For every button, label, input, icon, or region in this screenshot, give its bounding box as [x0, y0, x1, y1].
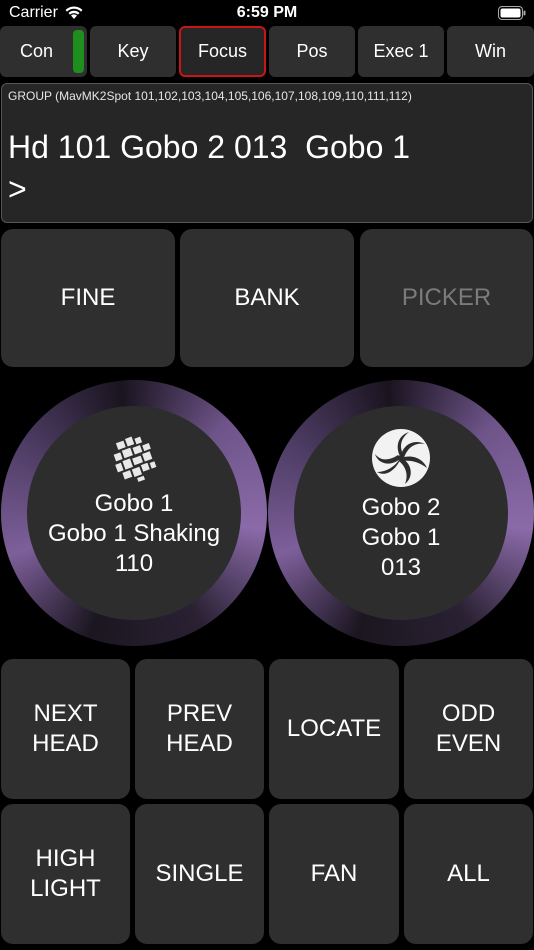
command-line-display[interactable]: GROUP (MavMK2Spot 101,102,103,104,105,10…	[1, 83, 533, 223]
encoder-face: Gobo 2 Gobo 1 013	[294, 406, 508, 620]
gobo-spiral-icon	[372, 429, 430, 487]
tab-con[interactable]: Con	[0, 26, 87, 77]
encoder-gobo-2[interactable]: Gobo 2 Gobo 1 013	[268, 380, 534, 646]
locate-button[interactable]: LOCATE	[269, 659, 399, 799]
tab-focus[interactable]: Focus	[179, 26, 266, 77]
prev-head-button[interactable]: PREV HEAD	[135, 659, 264, 799]
clock: 6:59 PM	[236, 4, 298, 21]
tab-label: Key	[117, 41, 149, 61]
tab-pos[interactable]: Pos	[269, 26, 355, 77]
next-head-button[interactable]: NEXT HEAD	[1, 659, 130, 799]
tab-exec-1[interactable]: Exec 1	[358, 26, 444, 77]
all-button[interactable]: ALL	[404, 804, 533, 944]
encoder-value: 013	[380, 554, 422, 581]
highlight-button[interactable]: HIGH LIGHT	[1, 804, 130, 944]
battery-icon	[498, 6, 526, 20]
encoder-line-2: Gobo 1 Shaking	[47, 520, 221, 547]
tab-key[interactable]: Key	[90, 26, 176, 77]
tab-label: Win	[475, 41, 506, 61]
picker-button[interactable]: PICKER	[360, 229, 533, 367]
encoder-line-2: Gobo 1	[361, 524, 441, 551]
single-button[interactable]: SINGLE	[135, 804, 264, 944]
tab-label: Exec 1	[373, 41, 429, 61]
encoder-line-1: Gobo 1	[94, 490, 174, 517]
tab-label: Pos	[296, 41, 328, 61]
gobo-shattered-icon	[113, 436, 157, 482]
tab-win[interactable]: Win	[447, 26, 534, 77]
encoder-gobo-1[interactable]: Gobo 1 Gobo 1 Shaking 110	[1, 380, 267, 646]
encoder-line-1: Gobo 2	[361, 494, 441, 521]
encoder-value: 110	[114, 550, 154, 577]
tab-label: Con	[19, 41, 54, 61]
command-text: Hd 101 Gobo 2 013 Gobo 1	[8, 129, 411, 165]
odd-even-button[interactable]: ODD EVEN	[404, 659, 533, 799]
fine-button[interactable]: FINE	[1, 229, 175, 367]
fan-button[interactable]: FAN	[269, 804, 399, 944]
command-prompt: >	[8, 171, 27, 207]
group-label: GROUP (MavMK2Spot 101,102,103,104,105,10…	[8, 89, 412, 103]
tab-label: Focus	[197, 41, 248, 61]
bank-button[interactable]: BANK	[180, 229, 354, 367]
encoder-face: Gobo 1 Gobo 1 Shaking 110	[27, 406, 241, 620]
status-bar: Carrier 6:59 PM	[0, 0, 534, 26]
connection-indicator	[73, 30, 84, 73]
